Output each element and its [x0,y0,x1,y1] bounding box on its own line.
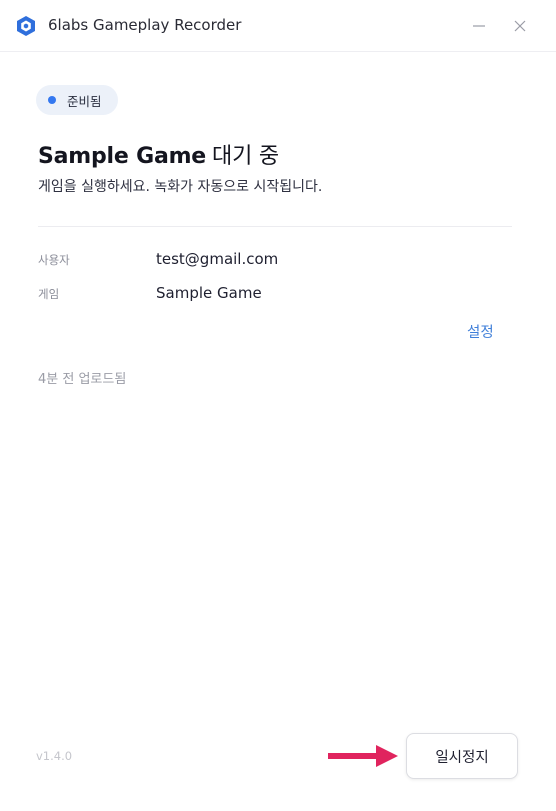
user-value: test@gmail.com [156,250,279,268]
upload-status: 4분 전 업로드됨 [38,372,127,387]
close-icon [514,20,526,32]
title-bar: 6labs Gameplay Recorder [0,0,556,52]
app-title: 6labs Gameplay Recorder [48,16,242,34]
status-dot-icon [48,96,56,104]
user-label: 사용자 [38,253,70,267]
game-value: Sample Game [156,284,262,302]
status-label: 준비됨 [67,93,102,109]
status-badge: 준비됨 [36,85,118,115]
page-title: Sample Game 대기 중 [38,138,279,170]
game-title: Sample Game [38,144,207,169]
version-label: v1.4.0 [36,749,73,763]
6labs-hexagon-logo-icon [17,16,35,36]
right-arrow-icon [328,745,398,767]
settings-link[interactable]: 설정 [467,321,494,342]
instruction-text: 게임을 실행하세요. 녹화가 자동으로 시작됩니다. [38,179,323,195]
waiting-label: 대기 중 [212,144,279,169]
pause-button[interactable]: 일시정지 [406,733,518,779]
divider [38,226,512,227]
game-label: 게임 [38,287,60,301]
minimize-button[interactable] [463,10,495,42]
close-button[interactable] [504,10,536,42]
minimize-icon [473,25,485,27]
